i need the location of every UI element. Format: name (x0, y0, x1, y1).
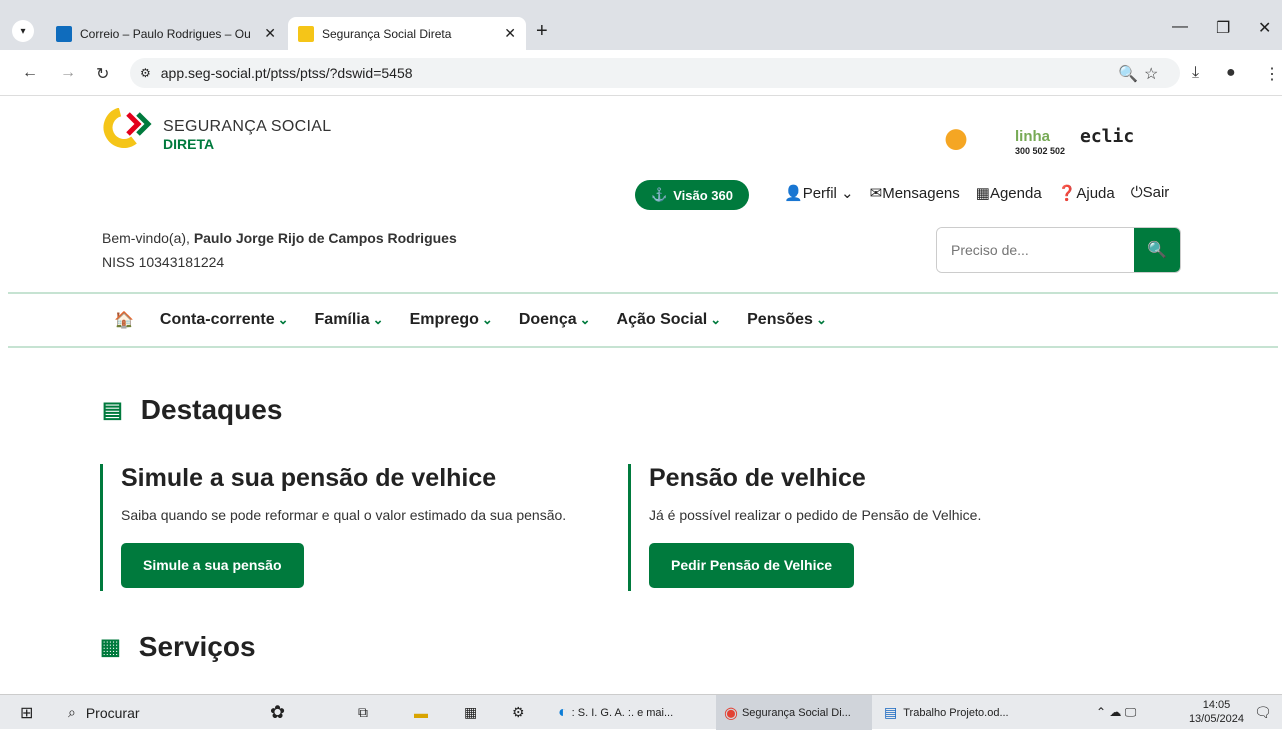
simule-pensao-button[interactable]: Simule a sua pensão (121, 543, 304, 588)
page-content: SEGURANÇA SOCIAL DIRETA linha 300 502 50… (0, 96, 1282, 694)
edge-icon: ◐ (558, 703, 568, 721)
chevron-down-icon: ⌄ (277, 312, 289, 327)
tab-seguranca-social[interactable]: Segurança Social Direta ✕ (288, 17, 526, 50)
search-icon: 🔍 (1147, 242, 1167, 259)
restore-icon[interactable]: ❐ (1216, 18, 1230, 38)
nav-emprego[interactable]: Emprego ⌄ (410, 311, 493, 329)
tab-search-button[interactable]: ▾ (12, 20, 34, 42)
destaques-heading: ▤ Destaques (102, 394, 283, 425)
nav-pensoes[interactable]: Pensões ⌄ (747, 311, 827, 329)
site-info-icon[interactable]: ⚙ (140, 66, 151, 80)
minimize-icon[interactable]: — (1172, 18, 1188, 36)
pedir-pensao-button[interactable]: Pedir Pensão de Velhice (649, 543, 855, 588)
search-icon: ⌕ (68, 704, 76, 720)
calculator-icon[interactable]: ▦ (464, 695, 477, 730)
tab-title: Segurança Social Direta (322, 26, 452, 41)
card-text: Já é possível realizar o pedido de Pensã… (649, 507, 982, 523)
document-icon: ▤ (102, 397, 123, 422)
card-title: Pensão de velhice (649, 464, 866, 492)
address-bar: ← → ↻ ⚙ app.seg-social.pt/ptss/ptss/?dsw… (0, 50, 1282, 96)
chevron-down-icon: ⌄ (481, 312, 493, 327)
visao-360-button[interactable]: ⚓ Visão 360 (635, 180, 749, 210)
bookmark-star-icon[interactable]: ☆ (1144, 64, 1158, 84)
user-icon: 👤 (784, 185, 803, 202)
back-icon[interactable]: ← (22, 64, 38, 82)
chevron-down-icon: ⌄ (372, 312, 384, 327)
brand-name: SEGURANÇA SOCIAL (163, 118, 332, 135)
visao-icon: ⚓ (651, 187, 668, 202)
servicos-heading: ▦ Serviços (100, 631, 256, 662)
nav-doenca[interactable]: Doença ⌄ (519, 311, 591, 329)
card-pensao-velhice: Pensão de velhice Já é possível realizar… (628, 464, 1088, 591)
document-icon: ▤ (884, 704, 898, 720)
windows-taskbar: ⊞ ⌕ Procurar ✿ ⧉ ▬ ▦ ⚙ ◐: S. I. G. A. :. … (0, 694, 1282, 730)
taskbar-app-writer[interactable]: ▤ Trabalho Projeto.od... (884, 695, 1044, 730)
envelope-icon: ✉ (869, 185, 883, 202)
menu-agenda[interactable]: ▦Agenda (976, 184, 1042, 202)
main-nav: 🏠 Conta-corrente ⌄ Família ⌄ Emprego ⌄ Doen… (8, 292, 1278, 348)
tab-correio[interactable]: Correio – Paulo Rodrigues – Ou ✕ (46, 17, 286, 50)
seg-social-emblem-icon (936, 124, 976, 150)
zoom-icon[interactable]: 🔍 (1118, 64, 1138, 84)
chevron-down-icon: ⌄ (815, 312, 827, 327)
url-text: app.seg-social.pt/ptss/ptss/?dswid=5458 (160, 65, 413, 81)
menu-perfil[interactable]: 👤Perfil ⌄ (784, 184, 854, 202)
file-explorer-icon[interactable]: ▬ (414, 695, 428, 730)
card-title: Simule a sua pensão de velhice (121, 464, 497, 492)
help-icon: ❓ (1057, 185, 1077, 202)
close-tab-icon[interactable]: ✕ (504, 25, 516, 42)
home-icon[interactable]: 🏠 (114, 310, 134, 330)
url-field[interactable]: ⚙ app.seg-social.pt/ptss/ptss/?dswid=545… (130, 58, 1180, 88)
search-button[interactable]: 🔍 (1134, 228, 1180, 272)
system-tray-icons[interactable]: ⌃ ☁ 🖵 (1096, 695, 1136, 730)
nav-acao-social[interactable]: Ação Social ⌄ (617, 311, 722, 329)
calendar-icon: ▦ (975, 185, 990, 202)
menu-mensagens[interactable]: ✉Mensagens (870, 184, 960, 202)
clock[interactable]: 14:05 13/05/2024 (1189, 698, 1244, 726)
power-icon: ⏻ (1130, 184, 1143, 201)
card-text: Saiba quando se pode reformar e qual o v… (121, 507, 567, 523)
brand-subname: DIRETA (163, 136, 215, 152)
chrome-icon: ◉ (724, 704, 738, 722)
settings-gear-icon[interactable]: ⚙ (512, 695, 525, 730)
search-box: 🔍 (936, 227, 1181, 273)
profile-icon[interactable]: ● (1226, 64, 1236, 82)
outlook-icon (56, 25, 72, 42)
close-window-icon[interactable]: ✕ (1258, 18, 1271, 38)
niss-number: NISS 10343181224 (102, 254, 225, 270)
tab-title: Correio – Paulo Rodrigues – Ou (80, 26, 251, 41)
nav-familia[interactable]: Família ⌄ (315, 311, 384, 329)
card-simular-pensao: Simule a sua pensão de velhice Saiba qua… (100, 464, 620, 591)
seg-social-favicon (298, 25, 314, 42)
download-icon[interactable]: ⤓ (1192, 64, 1199, 82)
chevron-down-icon: ⌄ (579, 312, 591, 327)
taskbar-search[interactable]: ⌕ Procurar (68, 695, 140, 730)
lotus-widget-icon[interactable]: ✿ (270, 695, 285, 730)
seg-social-logo[interactable] (100, 108, 160, 148)
grid-icon: ▦ (100, 634, 121, 659)
linha-logo: linha (1015, 128, 1051, 145)
taskbar-app-chrome[interactable]: ◉ Segurança Social Di... (716, 695, 872, 730)
reload-icon[interactable]: ↻ (96, 64, 109, 84)
user-menu: 👤Perfil ⌄ ✉Mensagens ▦Agenda ❓Ajuda ⏻Sai… (784, 184, 1169, 202)
linha-number: 300 502 502 (1015, 146, 1066, 156)
task-view-icon[interactable]: ⧉ (358, 695, 368, 730)
nav-conta-corrente[interactable]: Conta-corrente ⌄ (160, 311, 289, 329)
notifications-icon[interactable]: 🗨 (1254, 695, 1272, 730)
browser-tab-bar: ▾ Correio – Paulo Rodrigues – Ou ✕ Segur… (0, 0, 1282, 50)
chevron-down-icon: ⌄ (710, 312, 722, 327)
taskbar-app-edge[interactable]: ◐: S. I. G. A. :. e mai... (558, 695, 708, 730)
search-input[interactable] (937, 228, 1134, 272)
windows-start-icon[interactable]: ⊞ (20, 695, 33, 730)
forward-icon[interactable]: → (60, 64, 76, 82)
menu-icon[interactable]: ⋮ (1264, 64, 1280, 84)
menu-sair[interactable]: ⏻Sair (1131, 184, 1170, 202)
close-tab-icon[interactable]: ✕ (264, 25, 276, 42)
new-tab-button[interactable]: + (536, 20, 548, 43)
welcome-text: Bem-vindo(a), Paulo Jorge Rijo de Campos… (102, 230, 457, 246)
menu-ajuda[interactable]: ❓Ajuda (1058, 184, 1115, 202)
visao-label: Visão 360 (673, 187, 733, 203)
eclic-logo: eclic (1080, 126, 1135, 147)
user-name: Paulo Jorge Rijo de Campos Rodrigues (193, 230, 457, 246)
